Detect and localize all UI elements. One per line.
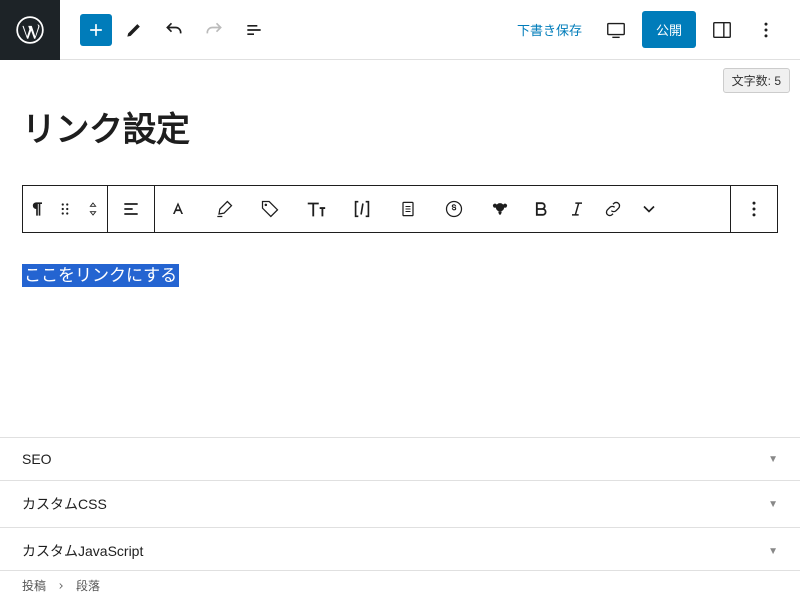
panel-custom-js[interactable]: カスタムJavaScript ▼ (0, 527, 800, 574)
details-button[interactable] (236, 12, 272, 48)
monkey-icon (490, 199, 510, 219)
tag-icon (260, 199, 280, 219)
preview-button[interactable] (598, 12, 634, 48)
sidebar-toggle-button[interactable] (704, 12, 740, 48)
highlight-button[interactable] (201, 186, 247, 232)
save-draft-link[interactable]: 下書き保存 (509, 20, 590, 39)
align-left-icon (121, 199, 141, 219)
align-button[interactable] (108, 186, 154, 232)
pencil-icon (124, 20, 144, 40)
panel-seo[interactable]: SEO ▼ (0, 437, 800, 480)
panel-custom-css[interactable]: カスタムCSS ▼ (0, 480, 800, 527)
redo-icon (204, 20, 224, 40)
topbar-right-tools: 下書き保存 公開 (509, 11, 800, 48)
shortcode-icon (351, 198, 373, 220)
font-size-button[interactable] (293, 186, 339, 232)
block-more-button[interactable] (731, 186, 777, 232)
selected-text[interactable]: ここをリンクにする (22, 264, 179, 287)
wordpress-icon (16, 16, 44, 44)
more-options-button[interactable] (748, 12, 784, 48)
kebab-icon (744, 199, 764, 219)
caret-down-icon: ▼ (768, 499, 778, 510)
undo-button[interactable] (156, 12, 192, 48)
caret-down-icon: ▼ (768, 546, 778, 557)
bold-icon (531, 199, 551, 219)
add-block-button[interactable] (80, 14, 112, 46)
shortcode-button[interactable] (339, 186, 385, 232)
bold-button[interactable] (523, 186, 559, 232)
link-button[interactable] (595, 186, 631, 232)
list-view-icon (244, 20, 264, 40)
caret-down-icon: ▼ (768, 454, 778, 465)
italic-button[interactable] (559, 186, 595, 232)
wordpress-logo[interactable] (0, 0, 60, 60)
clipboard-icon (398, 199, 418, 219)
block-toolbar (22, 185, 778, 233)
sidebar-icon (711, 19, 733, 41)
editor-topbar: 下書き保存 公開 (0, 0, 800, 60)
undo-icon (164, 20, 184, 40)
breadcrumb-root[interactable]: 投稿 (22, 577, 46, 594)
editor-canvas: リンク設定 (0, 60, 800, 286)
edit-tool-button[interactable] (116, 12, 152, 48)
desktop-icon (605, 19, 627, 41)
more-formats-button[interactable] (631, 186, 667, 232)
paragraph-icon (27, 199, 47, 219)
drag-icon (56, 200, 74, 218)
paragraph-type-button[interactable] (23, 186, 51, 232)
panel-label: カスタムCSS (22, 494, 107, 514)
kebab-icon (756, 20, 776, 40)
topbar-left-tools (60, 12, 272, 48)
text-a-icon (168, 199, 188, 219)
post-title[interactable]: リンク設定 (22, 102, 778, 151)
breadcrumb-leaf[interactable]: 段落 (76, 577, 100, 594)
word-count-badge: 文字数: 5 (723, 68, 790, 93)
panel-label: SEO (22, 451, 52, 467)
font-size-icon (305, 198, 327, 220)
block-breadcrumb: 投稿 段落 (0, 570, 800, 600)
redo-button[interactable] (196, 12, 232, 48)
plus-icon (86, 20, 106, 40)
drag-handle[interactable] (51, 186, 79, 232)
meta-panels: SEO ▼ カスタムCSS ▼ カスタムJavaScript ▼ (0, 437, 800, 574)
panel-label: カスタムJavaScript (22, 541, 143, 561)
tag-button[interactable] (247, 186, 293, 232)
circled-s-icon (444, 199, 464, 219)
chevron-down-icon (639, 199, 659, 219)
text-color-button[interactable] (155, 186, 201, 232)
chevron-right-icon (56, 581, 66, 591)
currency-button[interactable] (431, 186, 477, 232)
up-down-icon (85, 198, 101, 220)
paragraph-block[interactable]: ここをリンクにする (22, 261, 778, 286)
word-count-label: 文字数: (732, 74, 771, 88)
move-arrows-button[interactable] (79, 186, 107, 232)
clipboard-button[interactable] (385, 186, 431, 232)
word-count-value: 5 (774, 74, 781, 88)
highlighter-icon (214, 199, 234, 219)
link-icon (603, 199, 623, 219)
italic-icon (567, 199, 587, 219)
affiliate-button[interactable] (477, 186, 523, 232)
publish-button[interactable]: 公開 (642, 11, 696, 48)
